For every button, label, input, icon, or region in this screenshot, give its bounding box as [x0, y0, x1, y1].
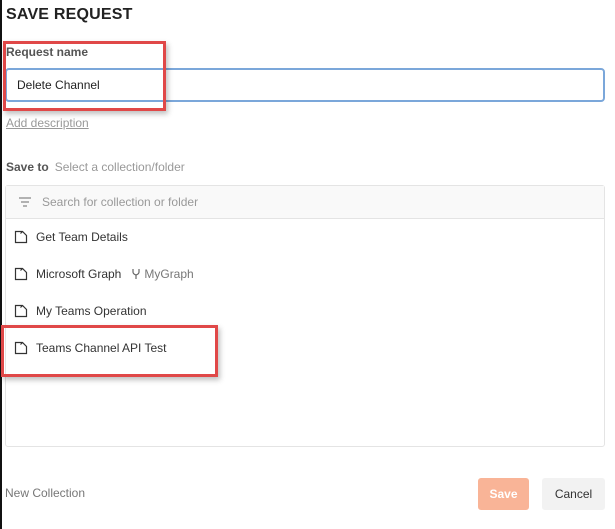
- collection-icon: [14, 304, 28, 318]
- save-to-placeholder: Select a collection/folder: [54, 160, 185, 174]
- new-collection-link[interactable]: New Collection: [5, 486, 85, 500]
- search-placeholder: Search for collection or folder: [42, 195, 199, 209]
- collection-picker: Search for collection or folder Get Team…: [5, 185, 605, 447]
- collection-item[interactable]: Get Team Details: [14, 227, 128, 247]
- window-edge: [0, 0, 2, 529]
- filter-icon: [19, 197, 31, 207]
- collection-icon: [14, 267, 28, 281]
- collection-search[interactable]: Search for collection or folder: [6, 186, 604, 219]
- dialog-title: SAVE REQUEST: [6, 6, 133, 23]
- collection-name: Microsoft Graph: [36, 267, 122, 281]
- highlight-box-request-name: [3, 41, 166, 111]
- add-description-link[interactable]: Add description: [6, 116, 89, 130]
- collection-name: Get Team Details: [36, 230, 128, 244]
- collection-icon: [14, 230, 28, 244]
- highlight-box-collection: [1, 325, 218, 377]
- cancel-button[interactable]: Cancel: [542, 478, 605, 510]
- save-to-row: Save to Select a collection/folder: [6, 160, 185, 174]
- fork-icon: [132, 269, 140, 279]
- save-to-label: Save to: [6, 160, 49, 174]
- collection-name: My Teams Operation: [36, 304, 147, 318]
- fork-name: MyGraph: [144, 267, 194, 281]
- save-button[interactable]: Save: [478, 478, 529, 510]
- fork-label: MyGraph: [131, 267, 194, 281]
- collection-item[interactable]: My Teams Operation: [14, 301, 147, 321]
- collection-item[interactable]: Microsoft Graph MyGraph: [14, 264, 194, 284]
